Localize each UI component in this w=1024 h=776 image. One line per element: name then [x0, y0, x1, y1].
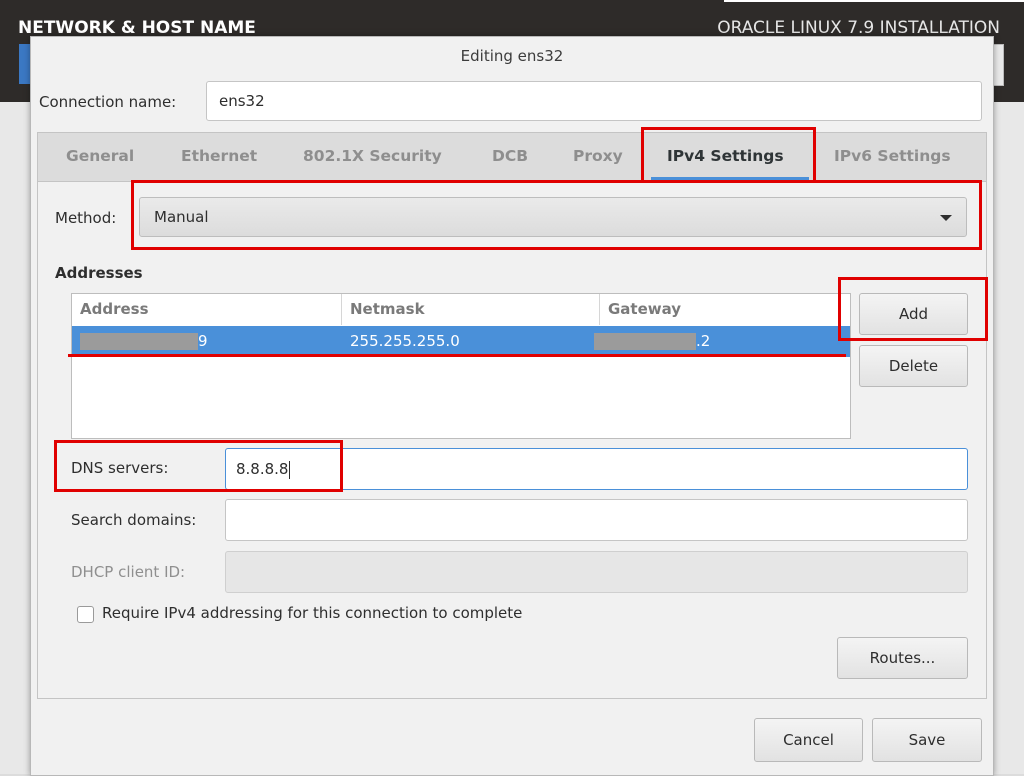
tab-ethernet[interactable]: Ethernet — [181, 147, 257, 165]
annotation-add-highlight — [838, 277, 988, 341]
gateway-suffix: .2 — [696, 332, 711, 350]
method-label: Method: — [55, 209, 117, 227]
installer-title: ORACLE LINUX 7.9 INSTALLATION — [717, 18, 1000, 38]
tab-general[interactable]: General — [66, 147, 134, 165]
require-ipv4-checkbox[interactable] — [77, 606, 94, 623]
routes-button[interactable]: Routes... — [837, 637, 968, 679]
tab-bar: General Ethernet 802.1X Security DCB Pro… — [38, 133, 986, 182]
column-header-address[interactable]: Address — [72, 294, 342, 325]
annotation-ipv4-tab-highlight — [641, 127, 816, 183]
search-domains-input[interactable] — [225, 499, 968, 541]
addresses-heading: Addresses — [55, 264, 143, 282]
connection-name-input[interactable]: ens32 — [206, 81, 982, 121]
redacted-block — [80, 333, 198, 350]
require-ipv4-label[interactable]: Require IPv4 addressing for this connect… — [102, 604, 522, 622]
dhcp-client-id-label: DHCP client ID: — [71, 563, 186, 581]
save-button[interactable]: Save — [872, 718, 982, 762]
tab-8021x-security[interactable]: 802.1X Security — [303, 147, 442, 165]
search-domains-label: Search domains: — [71, 511, 197, 529]
cancel-button[interactable]: Cancel — [754, 718, 863, 762]
connection-name-label: Connection name: — [39, 93, 177, 111]
addresses-table: Address Netmask Gateway 9 255.255.255.0 … — [71, 293, 851, 439]
annotation-dns-highlight — [54, 440, 343, 492]
netmask-cell[interactable]: 255.255.255.0 — [342, 326, 600, 357]
tab-ipv6-settings[interactable]: IPv6 Settings — [834, 147, 951, 165]
redacted-block — [594, 333, 696, 350]
editing-connection-dialog: Editing ens32 Connection name: ens32 Gen… — [30, 36, 994, 776]
dialog-title: Editing ens32 — [460, 47, 564, 65]
tab-proxy[interactable]: Proxy — [573, 147, 623, 165]
tab-dcb[interactable]: DCB — [492, 147, 528, 165]
address-suffix: 9 — [198, 332, 208, 350]
header-accent-line — [724, 0, 1024, 2]
delete-button[interactable]: Delete — [859, 345, 968, 387]
column-header-netmask[interactable]: Netmask — [342, 294, 600, 325]
column-header-gateway[interactable]: Gateway — [600, 294, 850, 325]
address-cell[interactable]: 9 — [72, 326, 342, 357]
table-row[interactable]: 9 255.255.255.0 .2 — [72, 326, 850, 357]
screen-title: NETWORK & HOST NAME — [18, 18, 256, 38]
dhcp-client-id-input — [225, 551, 968, 593]
annotation-method-highlight — [131, 180, 982, 250]
gateway-cell[interactable]: .2 — [586, 326, 836, 357]
annotation-row-underline — [68, 354, 846, 357]
